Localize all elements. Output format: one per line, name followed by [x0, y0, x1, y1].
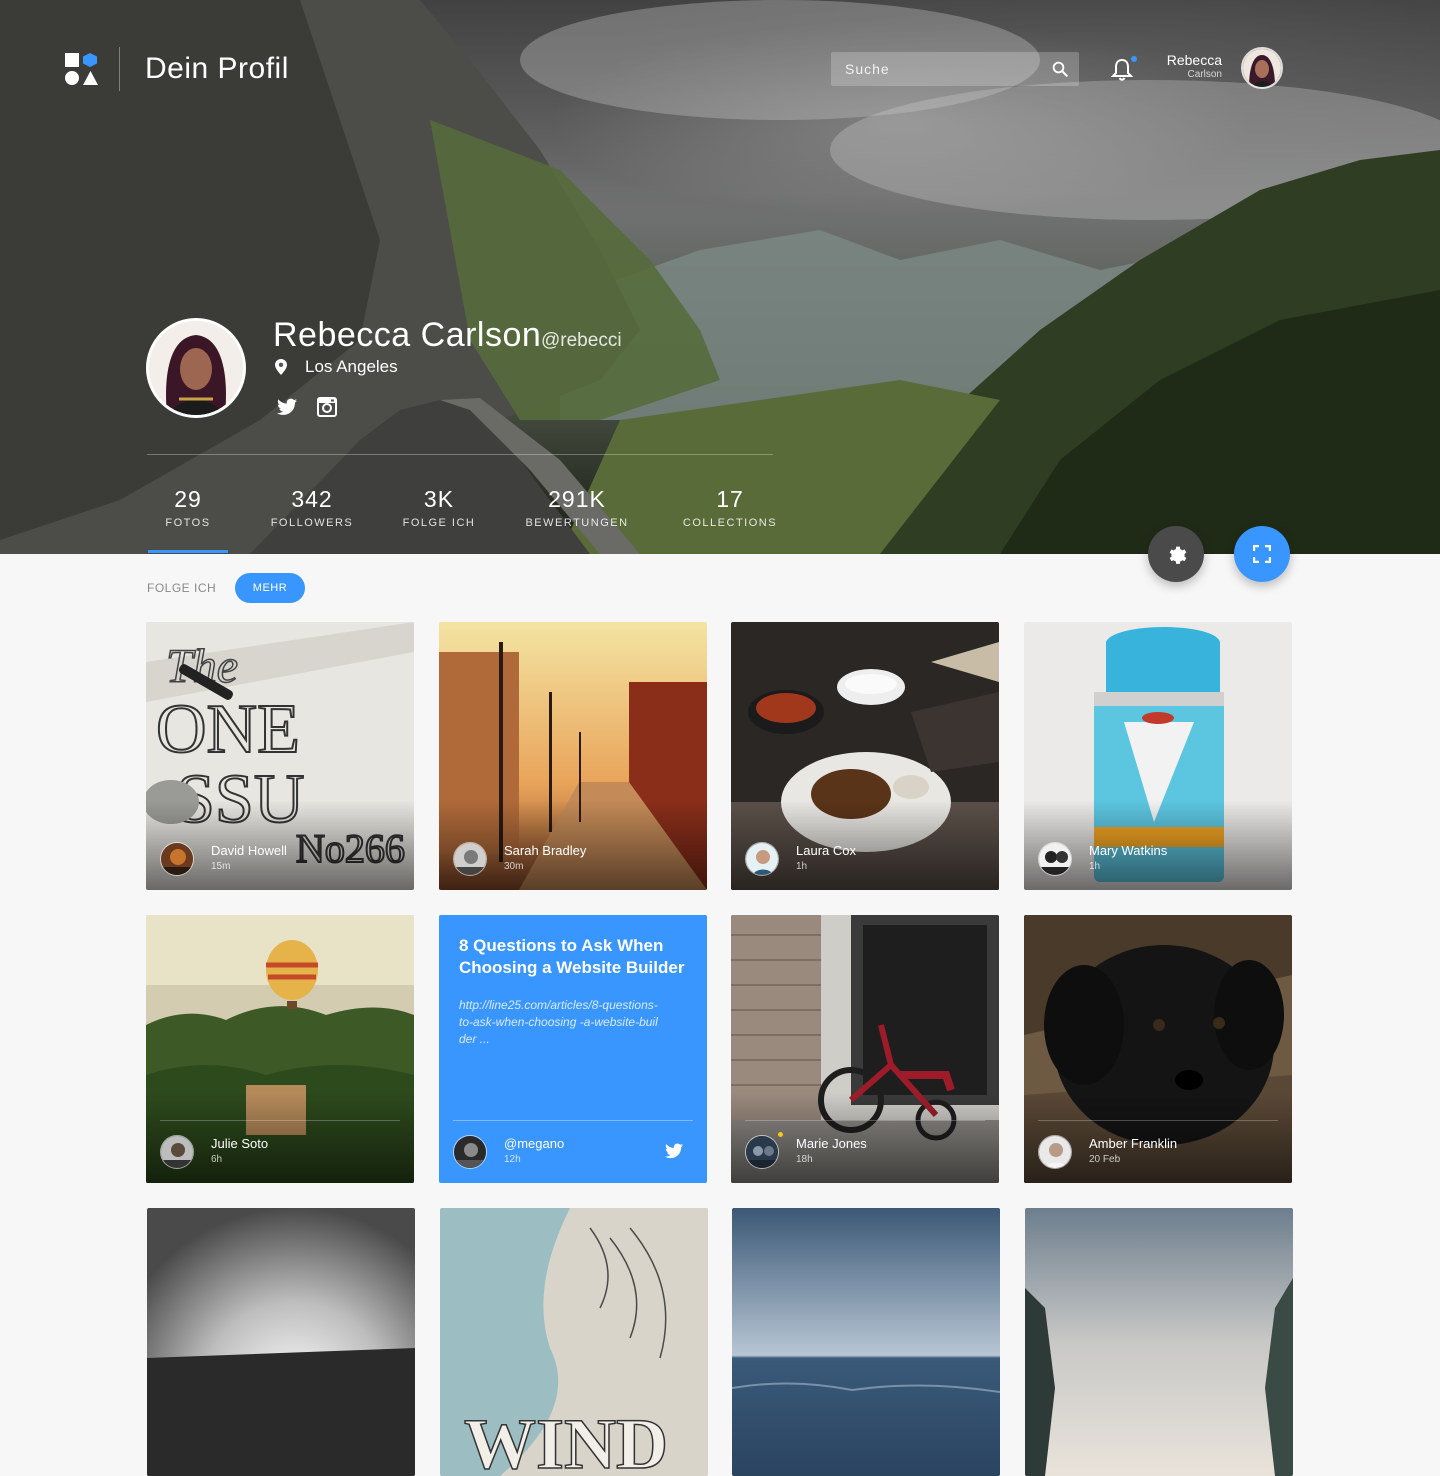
- photo-card[interactable]: Amber Franklin 20 Feb: [1024, 915, 1292, 1183]
- header-divider: [119, 47, 120, 91]
- stat-label: FOTOS: [165, 517, 211, 529]
- stat-fotos[interactable]: 29 FOTOS: [148, 486, 228, 529]
- photo-card[interactable]: The ONE SSU No266 David Howell 15m: [146, 622, 414, 890]
- stat-label: BEWERTUNGEN: [525, 517, 629, 529]
- author-name[interactable]: Julie Soto: [211, 1136, 268, 1151]
- stat-value: 29: [174, 486, 202, 512]
- photo-card[interactable]: Laura Cox 1h: [731, 622, 999, 890]
- post-time: 18h: [796, 1154, 813, 1165]
- article-card[interactable]: 8 Questions to Ask When Choosing a Websi…: [439, 915, 707, 1183]
- profile-location: Los Angeles: [305, 357, 398, 376]
- author-avatar[interactable]: [160, 1135, 194, 1169]
- author-name[interactable]: David Howell: [211, 843, 287, 858]
- post-time: 6h: [211, 1154, 223, 1165]
- stat-active-indicator: [148, 550, 228, 553]
- photo-card[interactable]: Sarah Bradley 30m: [439, 622, 707, 890]
- stat-value: 342: [291, 486, 333, 512]
- location-pin-icon: [275, 359, 287, 375]
- page-title: Dein Profil: [145, 52, 289, 85]
- post-time: 12h: [504, 1154, 521, 1165]
- user-avatar[interactable]: [1241, 47, 1283, 89]
- stat-label: FOLLOWERS: [270, 517, 354, 529]
- fullscreen-button[interactable]: [1234, 526, 1290, 582]
- article-link[interactable]: http://line25.com/articles/8-questions-t…: [459, 997, 659, 1048]
- search-icon[interactable]: [1051, 60, 1069, 78]
- search-box[interactable]: [831, 52, 1079, 86]
- card-photo-clouds-bw: [147, 1208, 415, 1476]
- author-avatar[interactable]: [745, 1135, 779, 1169]
- post-time: 1h: [1089, 861, 1101, 872]
- profile-avatar: [146, 318, 246, 418]
- photo-card[interactable]: WIND: [440, 1208, 708, 1476]
- author-avatar[interactable]: [1038, 1135, 1072, 1169]
- stat-label: FOLGE ICH: [402, 517, 476, 529]
- stat-bewertungen[interactable]: 291K BEWERTUNGEN: [522, 486, 632, 529]
- article-title[interactable]: 8 Questions to Ask When Choosing a Websi…: [459, 935, 691, 979]
- svg-text:WIND: WIND: [464, 1404, 668, 1476]
- author-avatar[interactable]: [453, 1135, 487, 1169]
- author-name[interactable]: Marie Jones: [796, 1136, 867, 1151]
- profile-name: Rebecca Carlson: [273, 316, 542, 354]
- stat-followers[interactable]: 342 FOLLOWERS: [262, 486, 362, 529]
- twitter-icon[interactable]: [665, 1143, 683, 1159]
- photo-card[interactable]: Mary Watkins 1h: [1024, 622, 1292, 890]
- stat-value: 3K: [423, 486, 455, 512]
- card-photo-wind-illustration: WIND: [440, 1208, 708, 1476]
- stat-label: COLLECTIONS: [682, 517, 778, 529]
- profile-hero: Dein Profil Rebecca Carlson: [0, 0, 1440, 554]
- card-photo-cliffs: [1025, 1208, 1293, 1476]
- filter-label[interactable]: FOLGE ICH: [147, 581, 216, 595]
- photo-card[interactable]: [147, 1208, 415, 1476]
- photo-card[interactable]: Marie Jones 18h: [731, 915, 999, 1183]
- author-name[interactable]: Amber Franklin: [1089, 1136, 1177, 1151]
- post-time: 15m: [211, 861, 231, 872]
- profile-handle: @rebecci: [541, 330, 622, 351]
- fullscreen-icon: [1253, 545, 1271, 563]
- author-avatar[interactable]: [745, 842, 779, 876]
- stat-collections[interactable]: 17 COLLECTIONS: [678, 486, 782, 529]
- article-divider: [453, 1120, 693, 1121]
- settings-button[interactable]: [1148, 526, 1204, 582]
- user-first-name[interactable]: Rebecca: [1130, 52, 1222, 68]
- author-name[interactable]: @megano: [504, 1136, 564, 1151]
- twitter-icon[interactable]: [277, 398, 297, 416]
- photo-card[interactable]: [1025, 1208, 1293, 1476]
- status-dot: [778, 1132, 783, 1137]
- post-time: 1h: [796, 861, 808, 872]
- author-name[interactable]: Sarah Bradley: [504, 843, 586, 858]
- photo-card[interactable]: [732, 1208, 1000, 1476]
- author-name[interactable]: Mary Watkins: [1089, 843, 1167, 858]
- gear-icon: [1169, 546, 1187, 564]
- search-input[interactable]: [831, 52, 1079, 86]
- svg-text:ONE: ONE: [156, 691, 300, 768]
- hero-divider: [147, 454, 773, 455]
- stat-folge-ich[interactable]: 3K FOLGE ICH: [394, 486, 484, 529]
- user-last-name[interactable]: Carlson: [1130, 69, 1222, 80]
- author-avatar[interactable]: [453, 842, 487, 876]
- stat-value: 291K: [548, 486, 606, 512]
- app-logo[interactable]: [65, 53, 99, 85]
- photo-card[interactable]: Julie Soto 6h: [146, 915, 414, 1183]
- post-time: 30m: [504, 861, 524, 872]
- stat-value: 17: [716, 486, 744, 512]
- author-name[interactable]: Laura Cox: [796, 843, 856, 858]
- author-avatar[interactable]: [1038, 842, 1072, 876]
- author-avatar[interactable]: [160, 842, 194, 876]
- filter-pill-mehr[interactable]: MEHR: [235, 573, 305, 603]
- card-photo-sea: [732, 1208, 1000, 1476]
- post-time: 20 Feb: [1089, 1154, 1121, 1165]
- instagram-icon[interactable]: [317, 397, 337, 417]
